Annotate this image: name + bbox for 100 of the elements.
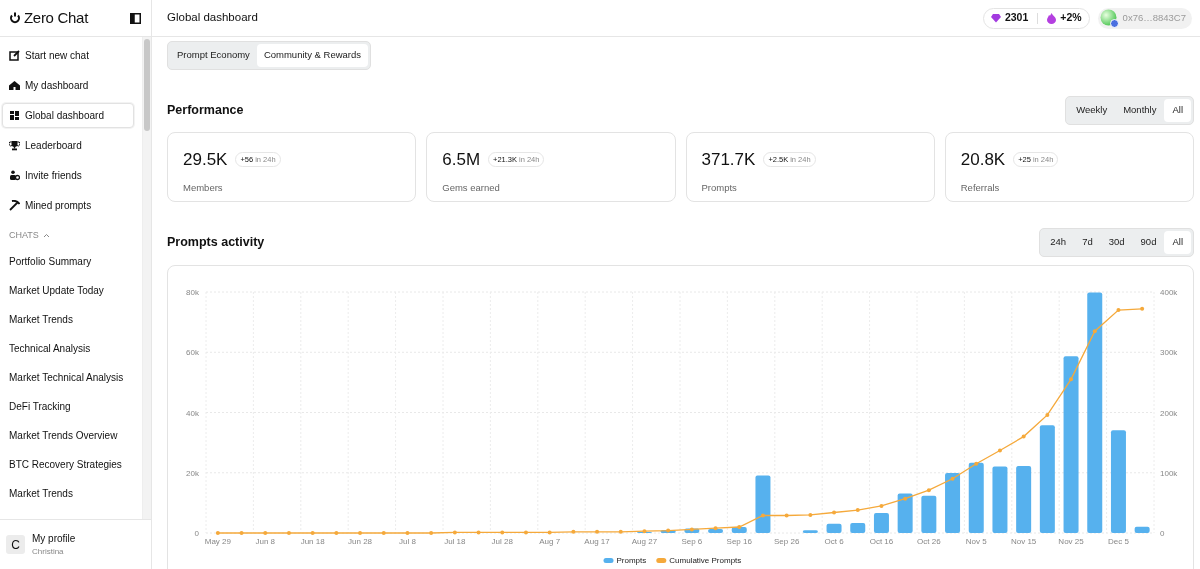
bar[interactable] [1063,356,1079,533]
nav-item[interactable]: Mined prompts [2,193,134,218]
period-toggle[interactable]: Monthly [1115,99,1165,122]
data-point[interactable] [713,526,718,531]
bar[interactable] [850,523,866,533]
gem-count: 2301 [1004,10,1029,26]
chat-item[interactable]: Portfolio Summary [2,246,140,276]
data-point[interactable] [429,531,434,535]
bar[interactable] [1039,425,1055,533]
data-point[interactable] [595,529,600,534]
bar[interactable] [1134,526,1150,533]
bar[interactable] [708,529,724,533]
bar[interactable] [1016,466,1032,533]
data-point[interactable] [903,496,908,501]
x-axis-label: Jul 18 [444,537,466,546]
data-point[interactable] [358,531,363,535]
data-point[interactable] [215,531,220,535]
data-point[interactable] [500,530,505,535]
data-point[interactable] [1092,329,1097,334]
data-point[interactable] [808,512,813,517]
nav-item[interactable]: My dashboard [2,73,134,98]
data-point[interactable] [1045,412,1050,417]
data-point[interactable] [666,528,671,533]
chat-item[interactable]: Market Technical Analysis [2,362,140,392]
chat-item[interactable]: BTC Recovery Strategies [2,449,140,479]
chat-item[interactable]: Technical Analysis [2,333,140,363]
data-point[interactable] [263,531,268,535]
range-toggle[interactable]: 30d [1100,231,1133,254]
data-point[interactable] [760,513,765,518]
bar[interactable] [802,530,818,533]
bar[interactable] [1110,430,1126,533]
section-heading: CHATS [9,229,39,242]
data-point[interactable] [974,461,979,466]
x-axis-label: Jul 28 [491,537,513,546]
nav-item[interactable]: Invite friends [2,163,134,188]
data-point[interactable] [405,531,410,535]
data-point[interactable] [642,529,647,534]
data-point[interactable] [1021,434,1026,439]
data-point[interactable] [997,448,1002,453]
bar[interactable] [968,462,984,533]
range-toggle[interactable]: 24h [1042,231,1075,254]
chat-item[interactable]: Market Trends [2,478,140,508]
nav-item[interactable]: Global dashboard [2,103,134,128]
data-point[interactable] [737,525,742,529]
period-toggle[interactable]: Weekly [1068,99,1116,122]
stat-value: 20.8K [960,149,1006,171]
bar[interactable] [826,523,842,533]
data-point[interactable] [452,530,457,535]
data-point[interactable] [832,510,837,515]
data-point[interactable] [239,531,244,535]
page-title: Global dashboard [167,10,258,26]
range-toggle[interactable]: 90d [1132,231,1165,254]
data-point[interactable] [950,476,955,481]
section-title: Prompts activity [167,234,265,252]
data-point[interactable] [286,531,291,535]
range-toggle[interactable]: 7d [1074,231,1101,254]
nav-item[interactable]: Start new chat [2,43,134,68]
data-point[interactable] [310,531,315,535]
bar[interactable] [921,495,937,533]
data-point[interactable] [334,531,339,535]
nav-item[interactable]: Leaderboard [2,133,134,158]
data-point[interactable] [547,530,552,535]
chat-item[interactable]: DeFi Tracking [2,391,140,421]
stat-label: Members [183,180,224,195]
data-point[interactable] [476,530,481,535]
data-point[interactable] [784,513,789,518]
chat-item[interactable]: Market Update Today [2,275,140,305]
y-axis-label: 400k [1160,288,1178,297]
sidebar-toggle-icon[interactable] [130,12,141,24]
people-icon [9,170,20,181]
bar[interactable] [1087,292,1103,533]
data-point[interactable] [855,508,860,513]
y-axis-label: 300k [1160,348,1178,358]
data-point[interactable] [618,529,623,534]
chat-item[interactable]: Market Trends Overview [2,420,140,450]
tab[interactable]: Prompt Economy [170,44,257,67]
y-axis-label: 20k [186,468,199,478]
bar[interactable] [992,466,1008,533]
bar[interactable] [945,473,961,533]
period-toggle[interactable]: All [1164,99,1191,122]
data-point[interactable] [879,503,884,508]
avatar: C [6,535,25,554]
data-point[interactable] [1069,377,1074,382]
range-toggle[interactable]: All [1164,231,1191,254]
data-point[interactable] [1140,306,1145,311]
bar[interactable] [873,513,889,533]
bar[interactable] [755,475,771,533]
data-point[interactable] [689,527,694,532]
data-point[interactable] [523,530,528,535]
chevron-icon[interactable] [42,233,50,239]
y-axis-label: 40k [186,408,199,418]
chat-item[interactable]: Market Trends [2,304,140,334]
bar[interactable] [897,493,913,533]
profile-button[interactable]: C My profile Christina [0,519,151,569]
data-point[interactable] [1116,308,1121,313]
data-point[interactable] [926,488,931,493]
x-axis-label: Oct 16 [869,537,894,546]
data-point[interactable] [571,529,576,534]
data-point[interactable] [381,531,386,535]
tab[interactable]: Community & Rewards [256,44,368,67]
